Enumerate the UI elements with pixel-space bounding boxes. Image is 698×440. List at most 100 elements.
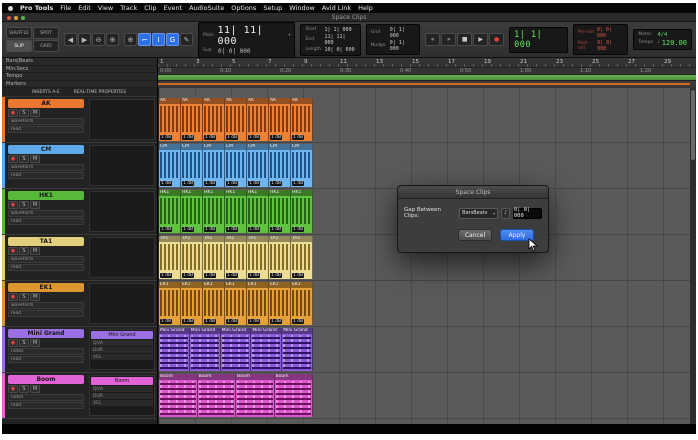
menu-item-edit[interactable]: Edit: [78, 4, 91, 12]
gap-value-display[interactable]: 0| 0| 000: [513, 208, 542, 219]
menu-item-file[interactable]: File: [60, 4, 71, 12]
pre-roll-value[interactable]: 0| 0| 000: [597, 27, 623, 39]
midi-clip[interactable]: Boom: [159, 374, 198, 417]
audio-clip[interactable]: CM1 dB: [247, 144, 269, 187]
automation-mode-selector[interactable]: read: [8, 264, 84, 271]
nudge-value[interactable]: 0| 1| 000: [390, 40, 415, 52]
automation-mode-selector[interactable]: read: [8, 126, 84, 133]
record-enable-button[interactable]: ●: [8, 155, 18, 163]
audio-clip[interactable]: AK1 dB: [291, 98, 313, 141]
zoomer-tool[interactable]: ⊕: [124, 33, 137, 46]
track-lane-ak[interactable]: AK1 dBAK1 dBAK1 dBAK1 dBAK1 dBAK1 dBAK1 …: [159, 97, 696, 143]
track-name[interactable]: Boom: [8, 375, 84, 384]
zoom-left-arrow[interactable]: ◀: [64, 33, 77, 46]
ruler-row-bars-beats[interactable]: Bars|Beats: [2, 58, 157, 66]
audio-clip[interactable]: CM1 dB: [291, 144, 313, 187]
audio-clip[interactable]: TA11 dB: [203, 236, 225, 279]
track-view-selector[interactable]: waveform: [8, 302, 84, 309]
ruler-row-tempo[interactable]: Tempo: [2, 73, 157, 81]
edit-canvas[interactable]: AK1 dBAK1 dBAK1 dBAK1 dBAK1 dBAK1 dBAK1 …: [159, 88, 696, 424]
menu-item-options[interactable]: Options: [231, 4, 256, 12]
audio-clip[interactable]: EK11 dB: [269, 282, 291, 325]
zoom-out-button[interactable]: ⊖: [92, 33, 105, 46]
audio-clip[interactable]: HK11 dB: [203, 190, 225, 233]
markers-ruler[interactable]: [158, 81, 696, 87]
midi-clip[interactable]: Mini Grand: [190, 328, 221, 371]
automation-mode-selector[interactable]: read: [8, 218, 84, 225]
audio-clip[interactable]: AK1 dB: [269, 98, 291, 141]
track-name[interactable]: HK1: [8, 191, 84, 200]
fast-forward-button[interactable]: »: [441, 33, 456, 46]
track-lane-cm[interactable]: CM1 dBCM1 dBCM1 dBCM1 dBCM1 dBCM1 dBCM1 …: [159, 143, 696, 189]
audio-clip[interactable]: TA11 dB: [291, 236, 313, 279]
track-view-selector[interactable]: waveform: [8, 118, 84, 125]
mode-button-grid[interactable]: GRID: [33, 40, 59, 52]
zoom-window-button[interactable]: [21, 16, 25, 20]
menu-item-event[interactable]: Event: [164, 4, 183, 12]
audio-clip[interactable]: TA11 dB: [225, 236, 247, 279]
mode-button-shuffle[interactable]: SHUFFLE: [6, 27, 32, 39]
solo-button[interactable]: S: [19, 201, 29, 209]
menu-item-audiosuite[interactable]: AudioSuite: [189, 4, 224, 12]
audio-clip[interactable]: AK1 dB: [203, 98, 225, 141]
start-value[interactable]: 1| 1| 000: [324, 27, 351, 33]
scrollbar-thumb[interactable]: [691, 90, 695, 160]
midi-property-row[interactable]: VEL: [91, 354, 153, 360]
audio-clip[interactable]: EK11 dB: [181, 282, 203, 325]
audio-clip[interactable]: HK11 dB: [291, 190, 313, 233]
solo-button[interactable]: S: [19, 155, 29, 163]
mode-button-spot[interactable]: SPOT: [33, 27, 59, 39]
marker-region[interactable]: [158, 83, 690, 85]
pre-roll-label[interactable]: Pre-roll: [578, 30, 595, 35]
counter-menu-icon[interactable]: ▾: [288, 33, 290, 38]
menu-item-setup[interactable]: Setup: [263, 4, 282, 12]
audio-clip[interactable]: AK1 dB: [247, 98, 269, 141]
track-view-selector[interactable]: waveform: [8, 210, 84, 217]
menu-item-track[interactable]: Track: [120, 4, 137, 12]
record-enable-button[interactable]: ●: [8, 293, 18, 301]
grabber-tool[interactable]: G: [166, 33, 179, 46]
dialog-title[interactable]: Space Clips: [398, 186, 548, 199]
track-lane-ek1[interactable]: EK11 dBEK11 dBEK11 dBEK11 dBEK11 dBEK11 …: [159, 281, 696, 327]
menu-app-name[interactable]: Pro Tools: [20, 4, 53, 12]
close-window-button[interactable]: [7, 16, 11, 20]
audio-clip[interactable]: HK11 dB: [225, 190, 247, 233]
audio-clip[interactable]: EK11 dB: [247, 282, 269, 325]
min-secs-ruler[interactable]: 0:000:100:200:300:400:501:001:101:20: [158, 68, 696, 75]
track-name[interactable]: EK1: [8, 283, 84, 292]
play-button[interactable]: ▶: [473, 33, 488, 46]
midi-clip[interactable]: Mini Grand: [251, 328, 282, 371]
mute-button[interactable]: M: [30, 339, 40, 347]
track-name[interactable]: TA1: [8, 237, 84, 246]
audio-clip[interactable]: AK1 dB: [159, 98, 181, 141]
trim-tool[interactable]: ⌐: [138, 33, 151, 46]
solo-button[interactable]: S: [19, 109, 29, 117]
menu-item-clip[interactable]: Clip: [144, 4, 156, 12]
selector-tool[interactable]: I: [152, 33, 165, 46]
midi-clip[interactable]: Mini Grand: [221, 328, 252, 371]
audio-clip[interactable]: CM1 dB: [269, 144, 291, 187]
mute-button[interactable]: M: [30, 201, 40, 209]
midi-property-row[interactable]: DUR: [91, 347, 153, 353]
audio-clip[interactable]: CM1 dB: [225, 144, 247, 187]
sub-counter-value[interactable]: 0| 0| 000: [218, 48, 251, 55]
midi-clip[interactable]: Mini Grand: [282, 328, 313, 371]
track-view-selector[interactable]: waveform: [8, 256, 84, 263]
audio-clip[interactable]: EK11 dB: [203, 282, 225, 325]
audio-clip[interactable]: CM1 dB: [203, 144, 225, 187]
audio-clip[interactable]: TA11 dB: [181, 236, 203, 279]
audio-clip[interactable]: AK1 dB: [181, 98, 203, 141]
cancel-button[interactable]: Cancel: [458, 229, 492, 241]
audio-clip[interactable]: AK1 dB: [225, 98, 247, 141]
mute-button[interactable]: M: [30, 109, 40, 117]
post-roll-value[interactable]: 0| 0| 000: [597, 40, 623, 52]
record-button[interactable]: ●: [489, 33, 504, 46]
audio-clip[interactable]: TA11 dB: [269, 236, 291, 279]
audio-clip[interactable]: CM1 dB: [181, 144, 203, 187]
midi-clip[interactable]: Boom: [275, 374, 314, 417]
solo-button[interactable]: S: [19, 339, 29, 347]
grid-value[interactable]: 0| 1| 000: [390, 27, 415, 39]
main-counter-value[interactable]: 11| 11| 000: [218, 25, 287, 47]
rewind-button[interactable]: «: [425, 33, 440, 46]
record-enable-button[interactable]: ●: [8, 385, 18, 393]
